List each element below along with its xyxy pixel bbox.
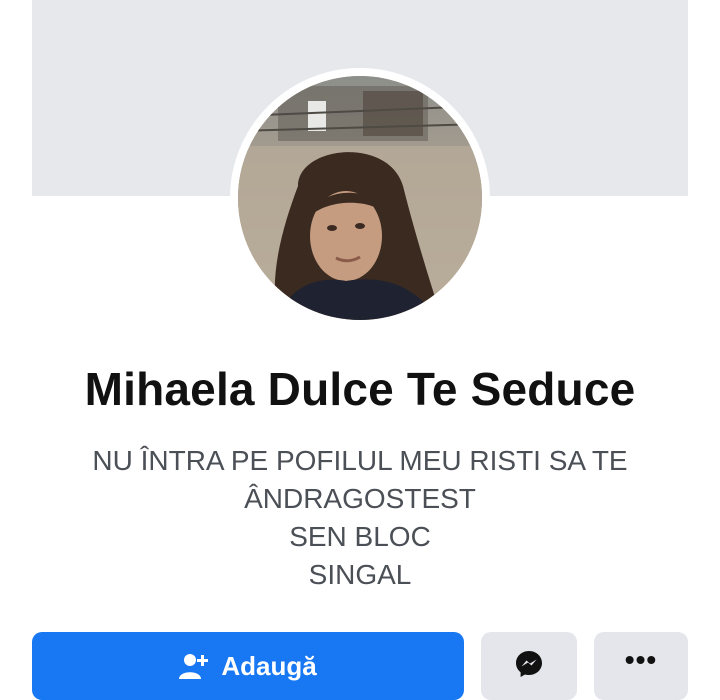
profile-bio: NU ÎNTRA PE POFILUL MEU RISTI SA TE ÂNDR… bbox=[0, 442, 720, 594]
add-friend-icon bbox=[179, 651, 209, 681]
message-button[interactable] bbox=[481, 632, 577, 700]
bio-line: SINGAL bbox=[308, 559, 412, 590]
profile-avatar[interactable] bbox=[238, 76, 482, 320]
add-friend-label: Adaugă bbox=[221, 650, 317, 681]
bio-line: ÂNDRAGOSTEST bbox=[244, 483, 476, 514]
more-options-button[interactable]: ••• bbox=[594, 632, 688, 700]
messenger-icon bbox=[514, 649, 544, 684]
more-dots-icon: ••• bbox=[624, 644, 658, 675]
avatar-photo bbox=[238, 76, 482, 320]
bio-line: SEN BLOC bbox=[289, 521, 431, 552]
profile-name: Mihaela Dulce Te Seduce bbox=[84, 363, 636, 415]
add-friend-button[interactable]: Adaugă bbox=[32, 632, 464, 700]
bio-line: NU ÎNTRA PE POFILUL MEU RISTI SA TE bbox=[92, 445, 628, 476]
